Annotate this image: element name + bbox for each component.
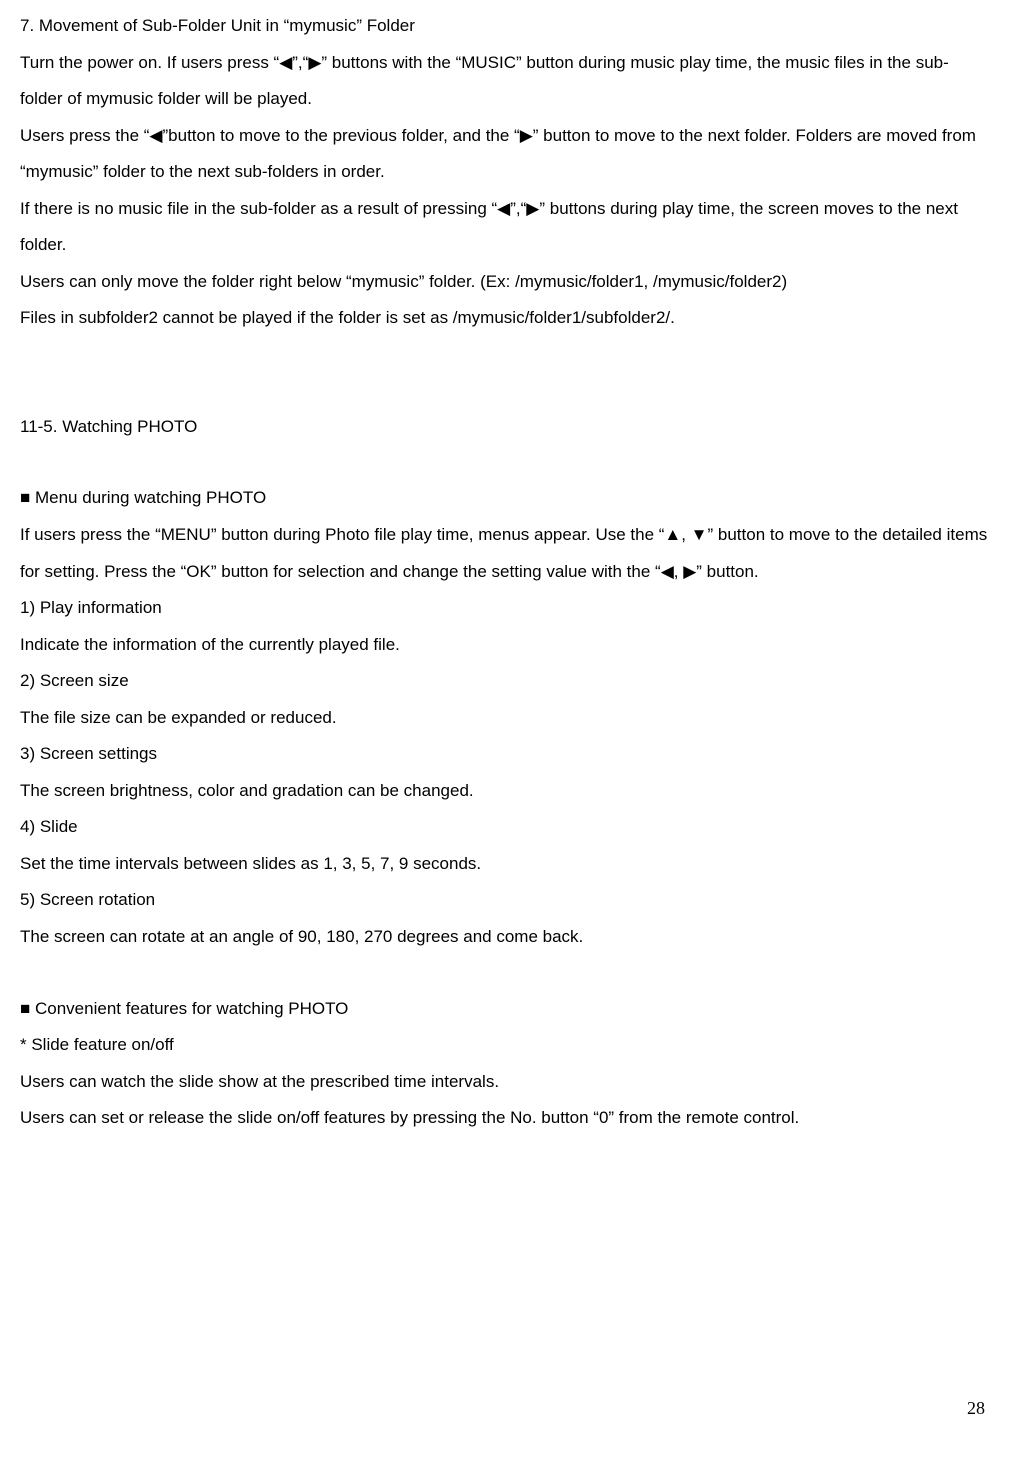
section-11-5-title: 11-5. Watching PHOTO [20, 409, 991, 446]
slide-feature-p1: Users can watch the slide show at the pr… [20, 1064, 991, 1101]
section-7-paragraph-1: Turn the power on. If users press “◀”,“▶… [20, 45, 991, 118]
menu-item-1-title: 1) Play information [20, 590, 991, 627]
convenient-heading: ■ Convenient features for watching PHOTO [20, 991, 991, 1028]
section-7-paragraph-4: Users can only move the folder right bel… [20, 264, 991, 301]
menu-item-5-title: 5) Screen rotation [20, 882, 991, 919]
section-7-paragraph-2: Users press the “◀”button to move to the… [20, 118, 991, 191]
menu-item-2-title: 2) Screen size [20, 663, 991, 700]
document-page: 7. Movement of Sub-Folder Unit in “mymus… [20, 8, 991, 1428]
slide-feature-p2: Users can set or release the slide on/of… [20, 1100, 991, 1137]
menu-photo-intro: If users press the “MENU” button during … [20, 517, 991, 590]
menu-item-1-desc: Indicate the information of the currentl… [20, 627, 991, 664]
menu-item-4-desc: Set the time intervals between slides as… [20, 846, 991, 883]
page-number: 28 [967, 1389, 985, 1428]
menu-item-2-desc: The file size can be expanded or reduced… [20, 700, 991, 737]
section-7-paragraph-5: Files in subfolder2 cannot be played if … [20, 300, 991, 337]
menu-item-3-title: 3) Screen settings [20, 736, 991, 773]
menu-item-4-title: 4) Slide [20, 809, 991, 846]
menu-item-5-desc: The screen can rotate at an angle of 90,… [20, 919, 991, 956]
section-7-paragraph-3: If there is no music file in the sub-fol… [20, 191, 991, 264]
menu-photo-heading: ■ Menu during watching PHOTO [20, 480, 991, 517]
slide-feature-title: * Slide feature on/off [20, 1027, 991, 1064]
section-7-title: 7. Movement of Sub-Folder Unit in “mymus… [20, 8, 991, 45]
menu-item-3-desc: The screen brightness, color and gradati… [20, 773, 991, 810]
